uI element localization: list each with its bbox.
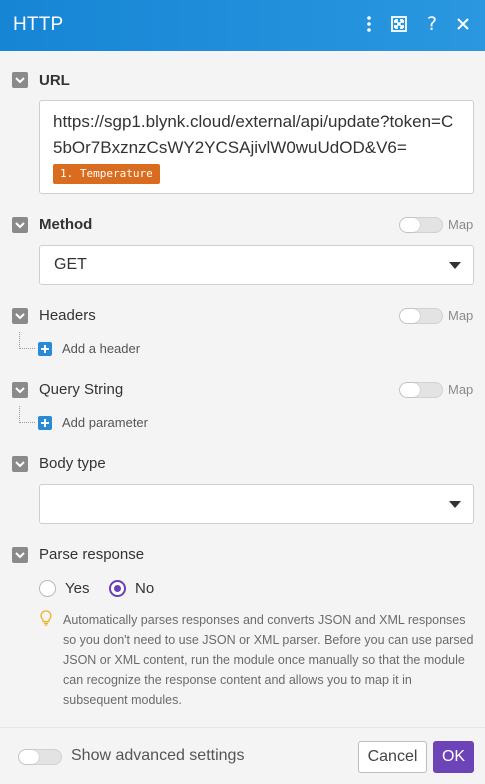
method-collapse-toggle[interactable] bbox=[12, 217, 28, 233]
close-icon[interactable] bbox=[452, 13, 474, 35]
method-value: GET bbox=[54, 256, 87, 273]
query-map-label: Map bbox=[448, 382, 474, 397]
method-label: Method bbox=[39, 216, 93, 233]
tree-connector bbox=[19, 406, 35, 423]
parse-response-help: Automatically parses responses and conve… bbox=[63, 613, 474, 707]
method-map-toggle[interactable] bbox=[399, 217, 443, 233]
dialog-footer: Show advanced settings Cancel OK bbox=[0, 727, 485, 784]
caret-down-icon bbox=[449, 501, 461, 508]
headers-map-label: Map bbox=[448, 308, 474, 323]
headers-collapse-toggle[interactable] bbox=[12, 308, 28, 324]
plus-icon bbox=[41, 419, 49, 427]
parse-response-label: Parse response bbox=[39, 546, 145, 563]
cancel-button[interactable]: Cancel bbox=[358, 741, 427, 773]
body-type-label: Body type bbox=[39, 455, 106, 472]
query-map-toggle[interactable] bbox=[399, 382, 443, 398]
more-vertical-icon[interactable] bbox=[358, 13, 380, 35]
chevron-down-icon bbox=[15, 313, 25, 320]
parse-response-collapse-toggle[interactable] bbox=[12, 547, 28, 563]
plus-icon bbox=[41, 345, 49, 353]
add-header-button[interactable] bbox=[38, 342, 52, 356]
expand-icon[interactable] bbox=[388, 13, 410, 35]
add-parameter-link[interactable]: Add parameter bbox=[62, 415, 148, 430]
chevron-down-icon bbox=[15, 222, 25, 229]
parse-yes-label[interactable]: Yes bbox=[65, 580, 89, 597]
advanced-settings-toggle[interactable] bbox=[18, 749, 62, 765]
method-map-label: Map bbox=[448, 217, 474, 232]
tree-connector bbox=[19, 332, 35, 349]
parse-no-label[interactable]: No bbox=[135, 580, 154, 597]
parse-yes-radio[interactable] bbox=[39, 580, 56, 597]
chevron-down-icon bbox=[15, 77, 25, 84]
headers-label: Headers bbox=[39, 307, 96, 324]
advanced-settings-label[interactable]: Show advanced settings bbox=[71, 747, 244, 765]
method-select[interactable]: GET bbox=[39, 245, 474, 285]
add-header-link[interactable]: Add a header bbox=[62, 341, 140, 356]
headers-map-toggle[interactable] bbox=[399, 308, 443, 324]
url-input[interactable]: https://sgp1.blynk.cloud/external/api/up… bbox=[39, 100, 474, 194]
body-type-select[interactable] bbox=[39, 484, 474, 524]
caret-down-icon bbox=[449, 262, 461, 269]
chevron-down-icon bbox=[15, 387, 25, 394]
lightbulb-icon bbox=[40, 610, 52, 631]
temperature-mapping-pill[interactable]: 1. Temperature bbox=[53, 164, 160, 184]
query-string-label: Query String bbox=[39, 381, 124, 398]
dialog-title: HTTP bbox=[13, 14, 64, 35]
body-type-collapse-toggle[interactable] bbox=[12, 456, 28, 472]
url-text: https://sgp1.blynk.cloud/external/api/up… bbox=[53, 112, 454, 157]
add-parameter-button[interactable] bbox=[38, 416, 52, 430]
chevron-down-icon bbox=[15, 552, 25, 559]
ok-button[interactable]: OK bbox=[433, 741, 474, 773]
parse-no-radio[interactable] bbox=[109, 580, 126, 597]
url-collapse-toggle[interactable] bbox=[12, 72, 28, 88]
chevron-down-icon bbox=[15, 461, 25, 468]
url-label: URL bbox=[39, 72, 70, 89]
query-collapse-toggle[interactable] bbox=[12, 382, 28, 398]
dialog-header: HTTP ? bbox=[0, 0, 485, 51]
help-icon[interactable]: ? bbox=[421, 13, 443, 35]
